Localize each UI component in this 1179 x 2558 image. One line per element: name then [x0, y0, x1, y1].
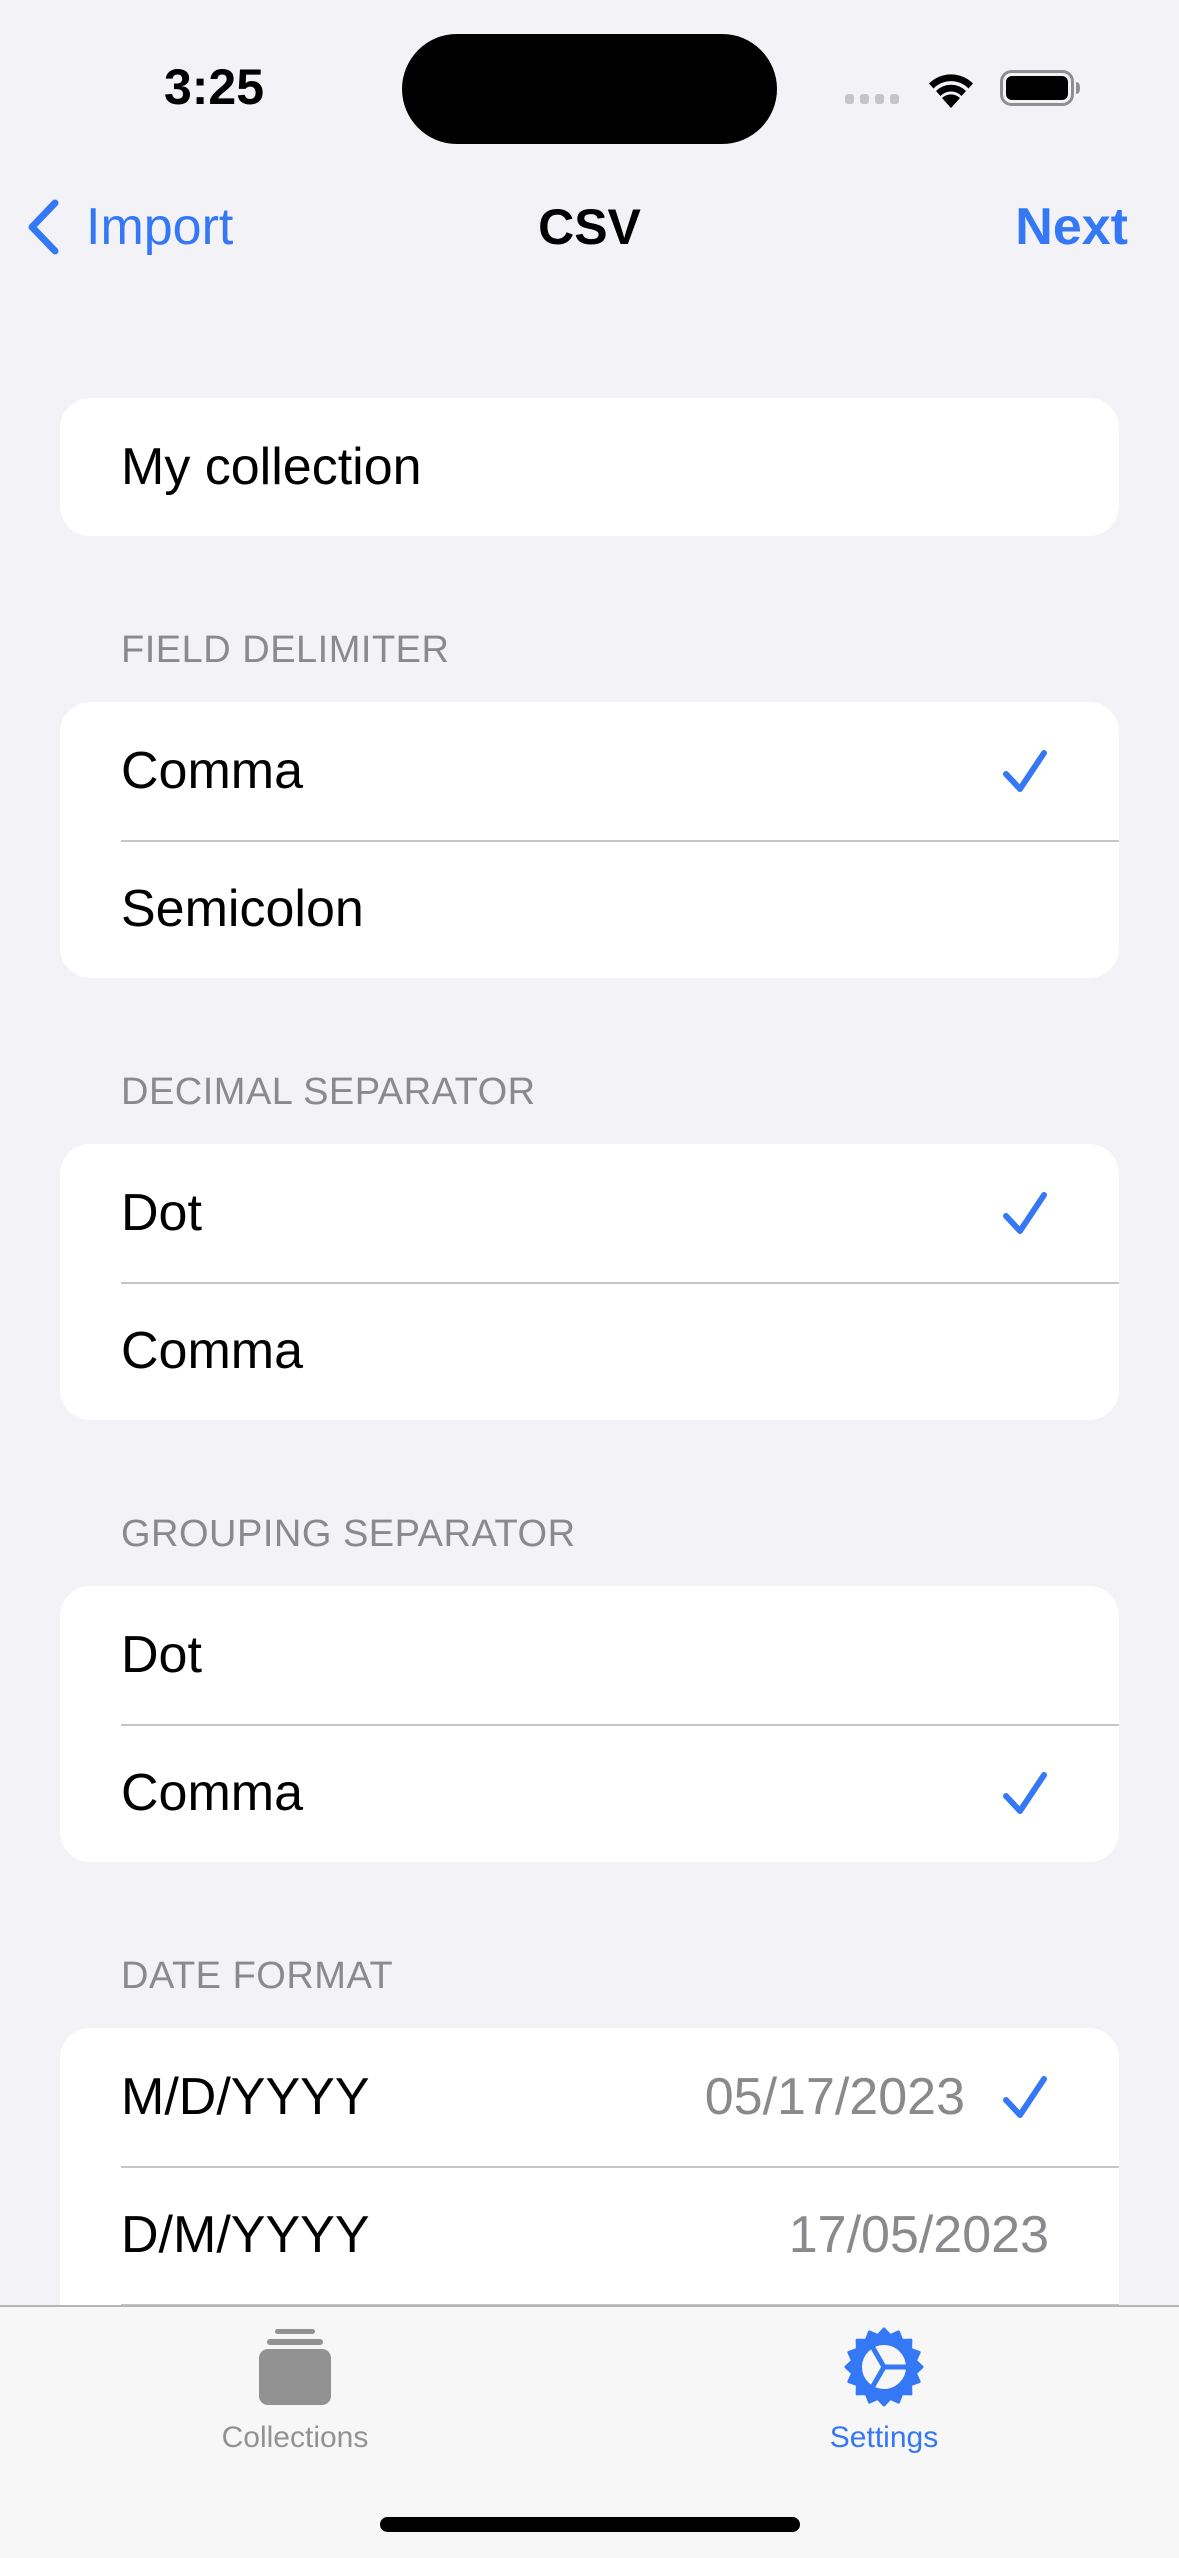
collection-name-input[interactable] [121, 437, 1119, 497]
grouping-separator-card: Dot Comma [60, 1586, 1119, 1862]
decimal-separator-card: Dot Comma [60, 1144, 1119, 1420]
collection-name-row [60, 398, 1119, 536]
gear-icon [844, 2327, 924, 2407]
decimal-separator-header: DECIMAL SEPARATOR [121, 1071, 536, 1113]
grouping-separator-option-dot[interactable]: Dot [60, 1586, 1119, 1724]
collections-stack-icon [255, 2327, 335, 2407]
date-format-card: M/D/YYYY 05/17/2023 D/M/YYYY 17/05/2023 [60, 2028, 1119, 2318]
tab-settings[interactable]: Settings [734, 2307, 1034, 2467]
option-label: Comma [121, 1764, 304, 1822]
date-example: 17/05/2023 [788, 2206, 1049, 2264]
decimal-separator-option-comma[interactable]: Comma [60, 1282, 1119, 1420]
home-indicator [380, 2517, 800, 2532]
date-format-option-mdy[interactable]: M/D/YYYY 05/17/2023 [60, 2028, 1119, 2166]
checkmark-icon [1001, 748, 1049, 794]
field-delimiter-card: Comma Semicolon [60, 702, 1119, 978]
collection-name-card [60, 398, 1119, 536]
grouping-separator-header: GROUPING SEPARATOR [121, 1513, 576, 1555]
option-label: Dot [121, 1184, 202, 1242]
page-title: CSV [538, 199, 641, 255]
checkmark-icon [1001, 1770, 1049, 1816]
tab-label: Settings [829, 2421, 939, 2454]
option-label: Comma [121, 1322, 304, 1380]
date-format-header: DATE FORMAT [121, 1955, 394, 1997]
checkmark-icon [1001, 2074, 1049, 2120]
option-label: M/D/YYYY [121, 2068, 370, 2126]
tab-collections[interactable]: Collections [145, 2307, 445, 2467]
checkmark-icon [1001, 1190, 1049, 1236]
back-button-label: Import [86, 198, 234, 256]
field-delimiter-header: FIELD DELIMITER [121, 629, 450, 671]
chevron-left-icon [28, 199, 59, 255]
tab-label: Collections [221, 2421, 369, 2454]
back-button[interactable]: Import [24, 196, 233, 258]
next-button[interactable]: Next [1015, 196, 1128, 258]
option-label: Semicolon [121, 880, 364, 938]
option-label: Comma [121, 742, 304, 800]
option-label: D/M/YYYY [121, 2206, 370, 2264]
option-label: Dot [121, 1626, 202, 1684]
field-delimiter-option-semicolon[interactable]: Semicolon [60, 840, 1119, 978]
date-example: 05/17/2023 [704, 2068, 965, 2126]
status-time: 3:25 [163, 59, 265, 115]
field-delimiter-option-comma[interactable]: Comma [60, 702, 1119, 840]
dynamic-island [402, 34, 777, 144]
battery-icon [1000, 68, 1082, 108]
cellular-signal-icon [845, 94, 899, 104]
date-format-option-dmy[interactable]: D/M/YYYY 17/05/2023 [60, 2166, 1119, 2304]
wifi-icon [925, 68, 977, 108]
decimal-separator-option-dot[interactable]: Dot [60, 1144, 1119, 1282]
grouping-separator-option-comma[interactable]: Comma [60, 1724, 1119, 1862]
